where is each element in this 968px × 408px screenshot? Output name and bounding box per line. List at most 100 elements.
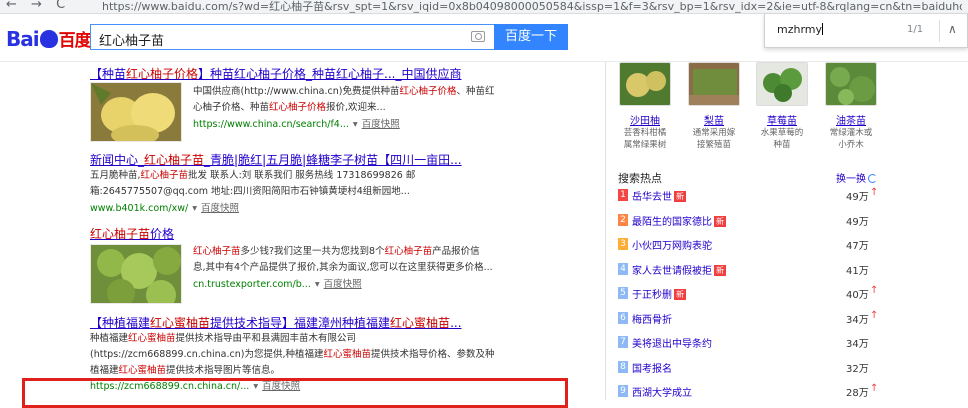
dropdown-icon[interactable]: ▾ xyxy=(192,203,197,214)
hot-search-link[interactable]: 最陌生的国家德比新 xyxy=(632,213,726,228)
result-thumbnail[interactable] xyxy=(90,82,182,142)
result-thumbnail[interactable] xyxy=(90,244,182,304)
tree-desc-line: 常绿灌木或 xyxy=(829,128,873,138)
hot-search-text: 于正秒删 xyxy=(632,290,672,301)
forward-icon[interactable]: → xyxy=(31,0,42,12)
hot-search-link[interactable]: 于正秒删新 xyxy=(632,286,686,301)
pomelo-image xyxy=(91,83,181,141)
hot-search-text: 小伙四万网购表驼 xyxy=(632,241,712,252)
find-in-page-bar: mzhrmy 1/1 ∧ xyxy=(764,14,968,48)
hot-search-count: 28万 xyxy=(846,388,869,399)
result-title[interactable]: 【种植福建红心蜜柚苗提供技术指导】福建漳州种植福建红心蜜柚苗... xyxy=(90,314,462,331)
dropdown-icon[interactable]: ▾ xyxy=(353,119,358,130)
seedling-image xyxy=(91,245,181,303)
tree-name[interactable]: 草莓苗 xyxy=(753,112,811,127)
tree-desc: 芸香科柑橘 属常绿果树 xyxy=(616,127,674,151)
hot-search-link[interactable]: 梅西骨折 xyxy=(632,311,672,326)
related-tree-card[interactable]: 草莓苗 水果草莓的 种苗 xyxy=(753,62,811,151)
baidu-logo[interactable]: Bai 百度 xyxy=(6,26,92,52)
hot-search-link[interactable]: 岳华去世新 xyxy=(632,188,686,203)
reload-icon[interactable]: C xyxy=(56,0,65,12)
result-snippet: 红心柚子苗多少钱?我们这里一共为您找到8个红心柚子苗产品报价信 息,其中有4个产… xyxy=(193,244,493,276)
url-text: cn.trustexporter.com/b... xyxy=(193,279,311,290)
refresh-label: 换一换 xyxy=(836,174,866,185)
result-snippet: 种植福建红心蜜柚苗提供技术指导由平和县满园丰苗木有限公司 (https://zc… xyxy=(90,331,495,379)
rank-number: 5 xyxy=(618,287,628,299)
snippet-line: 息,其中有4个产品提供了报价,其余为面议,您可以在这里获得更多价格... xyxy=(193,262,493,273)
highlight-box xyxy=(22,378,568,408)
related-tree-card[interactable]: 沙田柚 芸香科柑橘 属常绿果树 xyxy=(616,62,674,151)
pomelo-tree-image xyxy=(619,62,672,107)
hot-search-title: 搜索热点 xyxy=(618,172,662,185)
hot-search-count: 40万 xyxy=(846,290,869,301)
snapshot-link[interactable]: 百度快照 xyxy=(362,119,400,130)
hot-search-item[interactable]: 3 小伙四万网购表驼 47万 xyxy=(618,235,880,255)
result-url[interactable]: cn.trustexporter.com/b... ▾ 百度快照 xyxy=(193,276,362,290)
camera-icon[interactable] xyxy=(471,31,485,42)
trend-up-icon: ↑ xyxy=(870,309,879,321)
hot-search-text: 岳华去世 xyxy=(632,192,672,203)
search-button[interactable]: 百度一下 xyxy=(494,24,568,50)
find-separator xyxy=(939,20,940,42)
rank-number: 9 xyxy=(618,385,628,397)
hot-search-text: 美将退出中导条约 xyxy=(632,339,712,350)
tree-name[interactable]: 油茶苗 xyxy=(822,112,880,127)
search-input[interactable]: 红心柚子苗 xyxy=(90,24,494,50)
hot-search-item[interactable]: 2 最陌生的国家德比新 49万 xyxy=(618,211,880,231)
tree-name[interactable]: 沙田柚 xyxy=(616,112,674,127)
hot-search-link[interactable]: 西湖大学成立 xyxy=(632,384,692,399)
hot-search-item[interactable]: 5 于正秒删新 40万 ↑ xyxy=(618,284,880,304)
rank-number: 7 xyxy=(618,336,628,348)
hot-search-item[interactable]: 4 家人去世请假被拒新 41万 xyxy=(618,260,880,280)
rank-number: 4 xyxy=(618,262,628,275)
hot-search-link[interactable]: 小伙四万网购表驼 xyxy=(632,237,712,252)
result-snippet: 五月脆种苗,红心柚子苗批发 联系人:刘 联系我们 服务热线 1731869982… xyxy=(90,168,415,200)
tree-desc-line: 小乔木 xyxy=(838,140,864,150)
find-previous-icon[interactable]: ∧ xyxy=(948,22,957,36)
tree-desc: 常绿灌木或 小乔木 xyxy=(822,127,880,151)
hot-search-item[interactable]: 7 美将退出中导条约 34万 xyxy=(618,333,880,353)
new-badge: 新 xyxy=(714,215,726,227)
hot-search-link[interactable]: 家人去世请假被拒新 xyxy=(632,262,726,277)
hot-search-item[interactable]: 6 梅西骨折 34万 ↑ xyxy=(618,309,880,329)
hot-search-text: 梅西骨折 xyxy=(632,314,672,326)
trend-up-icon: ↑ xyxy=(870,285,879,296)
tree-desc-line: 通常采用嫁 xyxy=(692,128,736,138)
hot-search-link[interactable]: 国考报名 xyxy=(632,360,672,375)
snippet-line: 心柚子价格、种苗红心柚子价格报价,欢迎来... xyxy=(193,102,386,113)
snippet-line: 五月脆种苗,红心柚子苗批发 联系人:刘 联系我们 服务热线 1731869982… xyxy=(90,170,416,181)
result-title[interactable]: 新闻中心_红心柚子苗_青脆|脆红|五月脆|蜂糖李子树苗【四川一亩田... xyxy=(90,151,462,168)
hot-search-item[interactable]: 1 岳华去世新 49万 ↑ xyxy=(618,186,880,206)
refresh-button[interactable]: 换一换 xyxy=(836,170,877,185)
dropdown-icon[interactable]: ▾ xyxy=(315,279,320,290)
rank-number: 3 xyxy=(618,238,628,250)
tree-desc: 通常采用嫁 接繁殖苗 xyxy=(685,127,743,151)
hot-search-link[interactable]: 美将退出中导条约 xyxy=(632,335,712,350)
result-url[interactable]: www.b401k.com/xw/▾ 百度快照 xyxy=(90,200,239,214)
rank-number: 8 xyxy=(618,360,628,373)
snippet-line: 箱:2645775507@qq.com 地址:四川资阳简阳市石钟镇黄埂村4组新园… xyxy=(90,186,410,197)
search-results: 【种苗红心柚子价格】种苗红心柚子价格_种苗红心柚子..._中国供应商 中国供应商… xyxy=(0,62,600,400)
hot-search-item[interactable]: 8 国考报名 32万 xyxy=(618,358,880,378)
result-title[interactable]: 红心柚子苗价格 xyxy=(90,225,174,242)
hot-search-count: 34万 xyxy=(846,314,869,326)
find-input[interactable]: mzhrmy xyxy=(777,23,824,36)
hot-search-item[interactable]: 9 西湖大学成立 28万 ↑ xyxy=(618,382,880,402)
tree-desc-line: 接繁殖苗 xyxy=(696,140,731,150)
new-badge: 新 xyxy=(714,264,726,276)
hot-search-text: 西湖大学成立 xyxy=(632,388,692,399)
hot-search-count: 32万 xyxy=(846,363,869,375)
tree-desc-line: 水果草莓的 xyxy=(760,128,804,138)
snapshot-link[interactable]: 百度快照 xyxy=(201,203,239,214)
related-tree-card[interactable]: 油茶苗 常绿灌木或小乔木 xyxy=(822,62,880,151)
trend-up-icon: ↑ xyxy=(870,383,879,394)
back-icon[interactable]: ← xyxy=(6,0,17,12)
result-title[interactable]: 【种苗红心柚子价格】种苗红心柚子价格_种苗红心柚子..._中国供应商 xyxy=(90,65,461,82)
related-tree-card[interactable]: 梨苗 通常采用嫁接繁殖苗 xyxy=(685,62,743,151)
url-text: www.b401k.com/xw/ xyxy=(90,203,189,214)
result-title-post: 】种苗红心柚子价格_种苗红心柚子..._中国供应商 xyxy=(198,67,462,81)
result-url[interactable]: https://www.china.cn/search/f4... ▾ 百度快照 xyxy=(193,116,400,130)
snapshot-link[interactable]: 百度快照 xyxy=(324,279,362,290)
url-field[interactable]: https://www.baidu.com/s?wd=红心柚子苗&rsv_spt… xyxy=(102,0,962,14)
tree-name[interactable]: 梨苗 xyxy=(685,112,743,127)
